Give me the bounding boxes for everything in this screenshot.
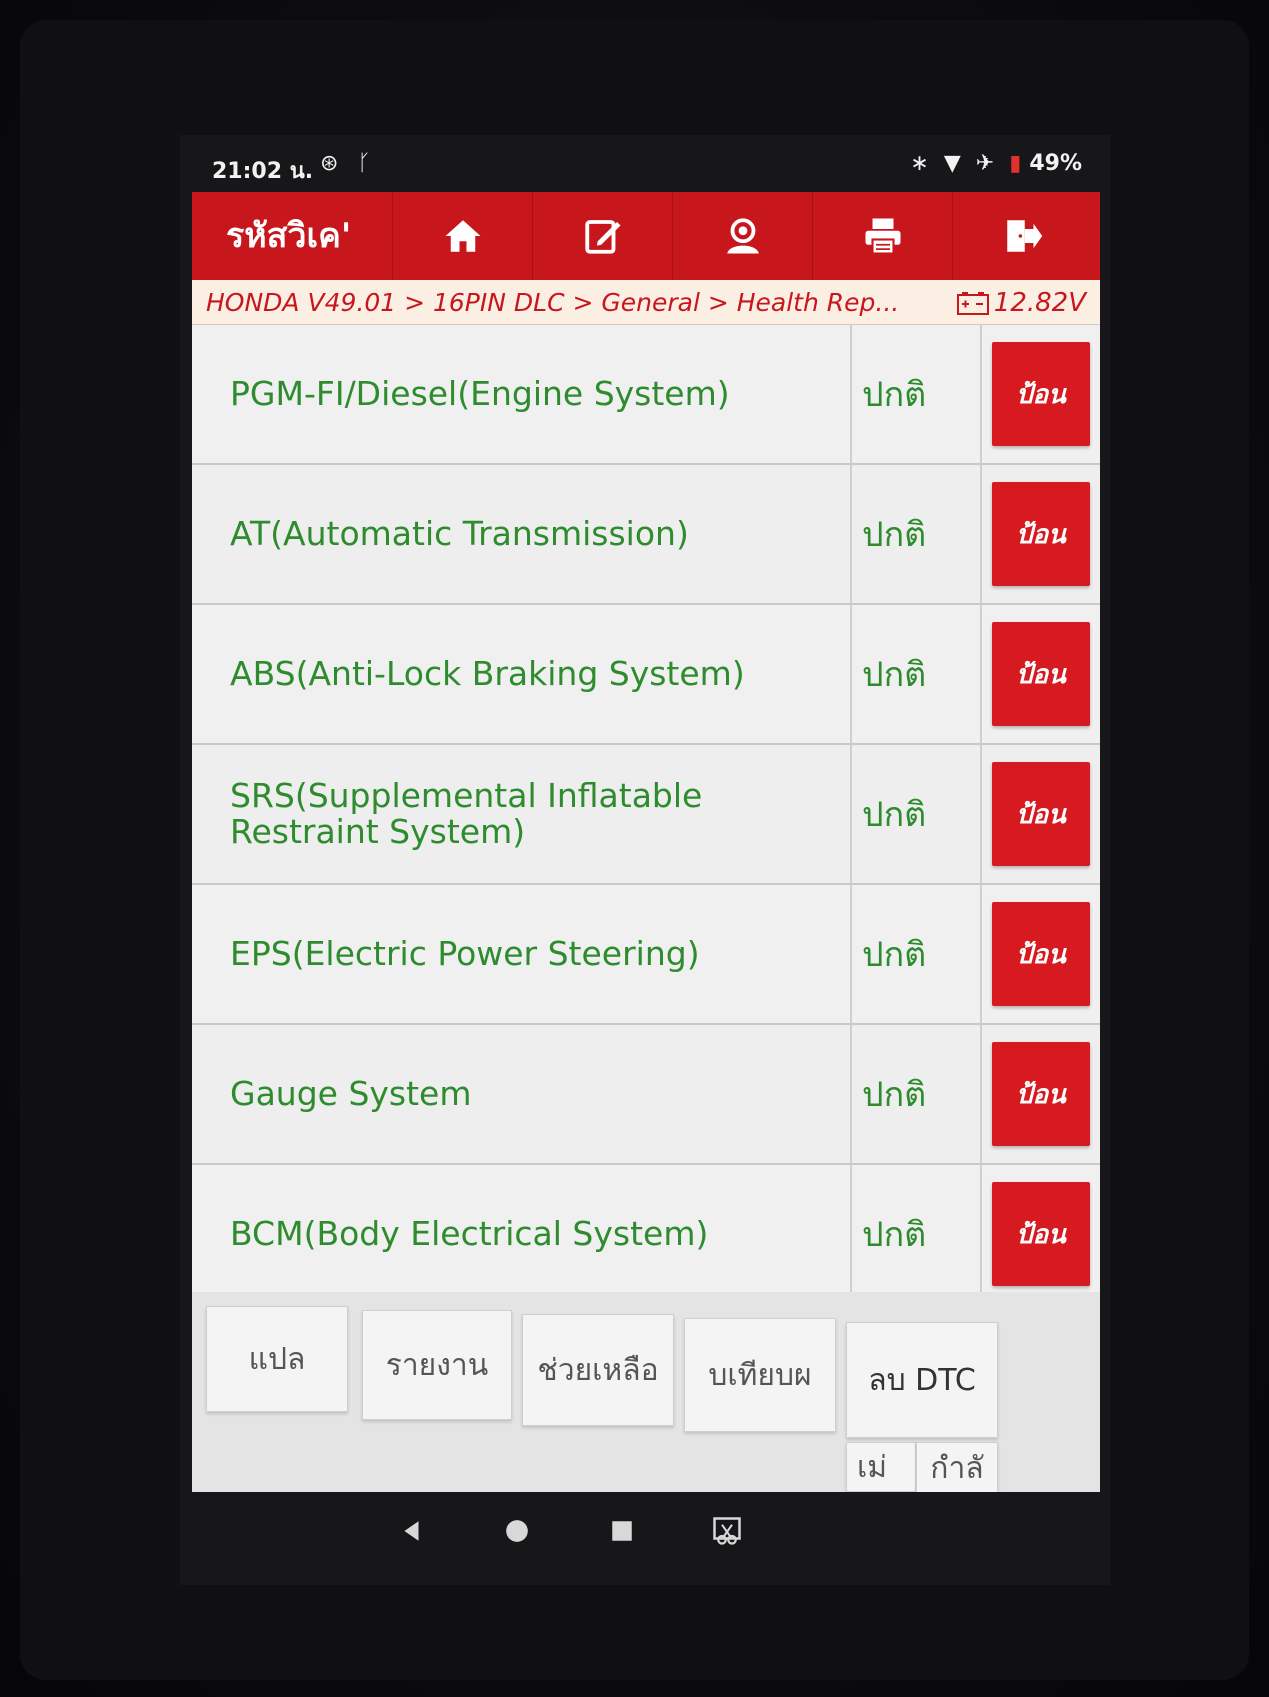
- home-nav-button[interactable]: [500, 1514, 534, 1548]
- action-cell: ป้อน: [982, 1025, 1100, 1163]
- home-icon: [445, 220, 480, 252]
- table-row: EPS(Electric Power Steering) ปกติ ป้อน: [192, 885, 1100, 1025]
- print-icon: [865, 218, 900, 255]
- enter-button[interactable]: ป้อน: [992, 902, 1090, 1006]
- action-cell: ป้อน: [982, 745, 1100, 883]
- system-name: BCM(Body Electrical System): [192, 1165, 852, 1303]
- edit-icon: [584, 220, 620, 254]
- system-name: EPS(Electric Power Steering): [192, 885, 852, 1023]
- system-name: ABS(Anti-Lock Braking System): [192, 605, 852, 743]
- help-button[interactable]: ช่วยเหลือ: [522, 1314, 674, 1426]
- table-row: PGM-FI/Diesel(Engine System) ปกติ ป้อน: [192, 325, 1100, 465]
- enter-button[interactable]: ป้อน: [992, 762, 1090, 866]
- battery-icon: ▮: [1009, 151, 1022, 176]
- print-button[interactable]: [812, 192, 952, 280]
- report-button[interactable]: รายงาน: [362, 1310, 512, 1420]
- diagnostic-app: รหัสวิเค' HONDA V49.01 > 16PIN DLC > Gen…: [192, 192, 1100, 1492]
- settings-badge-icon: ⊛: [320, 151, 345, 176]
- recents-button[interactable]: [605, 1514, 639, 1548]
- battery-voltage-icon: [956, 292, 989, 315]
- bottom-right-button[interactable]: กำลั: [916, 1442, 998, 1492]
- system-name: AT(Automatic Transmission): [192, 465, 852, 603]
- user-button[interactable]: [672, 192, 812, 280]
- status-time: 21:02 น.: [212, 159, 314, 184]
- status-left-icons: ⊛ ᚴ: [320, 151, 377, 176]
- table-row: SRS(Supplemental Inflatable Restraint Sy…: [192, 745, 1100, 885]
- function-button-bar: แปล รายงาน ช่วยเหลือ บเทียบผ ลบ DTC เม่ …: [192, 1292, 1100, 1492]
- breadcrumb-bar: HONDA V49.01 > 16PIN DLC > General > Hea…: [192, 280, 1100, 325]
- airplane-icon: ✈: [975, 151, 995, 176]
- bottom-left-button[interactable]: เม่: [846, 1442, 916, 1492]
- clear-dtc-button[interactable]: ลบ DTC: [846, 1322, 998, 1438]
- translate-button[interactable]: แปล: [206, 1306, 348, 1412]
- home-circle-icon: [506, 1520, 528, 1542]
- enter-button[interactable]: ป้อน: [992, 622, 1090, 726]
- enter-button[interactable]: ป้อน: [992, 1042, 1090, 1146]
- compare-button[interactable]: บเทียบผ: [684, 1318, 836, 1432]
- status-bar: 21:02 น. ⊛ ᚴ ∗ ▼ ✈ ▮ 49%: [180, 135, 1110, 190]
- system-name: Gauge System: [192, 1025, 852, 1163]
- device-screen: 21:02 น. ⊛ ᚴ ∗ ▼ ✈ ▮ 49% รหัสวิเค' HONDA…: [180, 135, 1110, 1585]
- usb-icon: ᚴ: [357, 151, 377, 176]
- back-button[interactable]: [395, 1514, 429, 1548]
- action-cell: ป้อน: [982, 605, 1100, 743]
- voltage-readout: 12.82V: [956, 288, 1086, 318]
- table-row: ABS(Anti-Lock Braking System) ปกติ ป้อน: [192, 605, 1100, 745]
- voltage-value: 12.82V: [993, 288, 1086, 318]
- table-row: Gauge System ปกติ ป้อน: [192, 1025, 1100, 1165]
- recents-icon: [612, 1521, 632, 1541]
- action-cell: ป้อน: [982, 325, 1100, 463]
- wifi-icon: ▼: [943, 151, 961, 176]
- system-status: ปกติ: [852, 885, 982, 1023]
- back-icon: [404, 1521, 419, 1541]
- enter-button[interactable]: ป้อน: [992, 342, 1090, 446]
- screenshot-button[interactable]: [710, 1514, 744, 1548]
- edit-button[interactable]: [532, 192, 672, 280]
- system-table: PGM-FI/Diesel(Engine System) ปกติ ป้อน A…: [192, 325, 1100, 1305]
- system-status: ปกติ: [852, 605, 982, 743]
- breadcrumb: HONDA V49.01 > 16PIN DLC > General > Hea…: [206, 288, 900, 317]
- table-row: AT(Automatic Transmission) ปกติ ป้อน: [192, 465, 1100, 605]
- bluetooth-icon: ∗: [910, 151, 929, 176]
- enter-button[interactable]: ป้อน: [992, 482, 1090, 586]
- home-button[interactable]: [392, 192, 532, 280]
- action-cell: ป้อน: [982, 465, 1100, 603]
- battery-percent: 49%: [1029, 151, 1082, 176]
- system-status: ปกติ: [852, 1165, 982, 1303]
- action-cell: ป้อน: [982, 1165, 1100, 1303]
- navigation-bar: [180, 1492, 1110, 1572]
- system-status: ปกติ: [852, 745, 982, 883]
- system-status: ปกติ: [852, 325, 982, 463]
- status-right-icons: ∗ ▼ ✈ ▮ 49%: [902, 151, 1082, 176]
- system-name: PGM-FI/Diesel(Engine System): [192, 325, 852, 463]
- system-name: SRS(Supplemental Inflatable Restraint Sy…: [192, 745, 852, 883]
- user-icon: [726, 218, 759, 254]
- toolbar-title: รหัสวิเค': [226, 216, 352, 256]
- enter-button[interactable]: ป้อน: [992, 1182, 1090, 1286]
- table-row: BCM(Body Electrical System) ปกติ ป้อน: [192, 1165, 1100, 1305]
- system-status: ปกติ: [852, 465, 982, 603]
- exit-icon: [1006, 220, 1042, 252]
- exit-button[interactable]: [952, 192, 1092, 280]
- photo-background: 21:02 น. ⊛ ᚴ ∗ ▼ ✈ ▮ 49% รหัสวิเค' HONDA…: [0, 0, 1269, 1697]
- screenshot-icon: [713, 1517, 741, 1545]
- system-status: ปกติ: [852, 1025, 982, 1163]
- action-cell: ป้อน: [982, 885, 1100, 1023]
- top-toolbar: รหัสวิเค': [192, 192, 1100, 280]
